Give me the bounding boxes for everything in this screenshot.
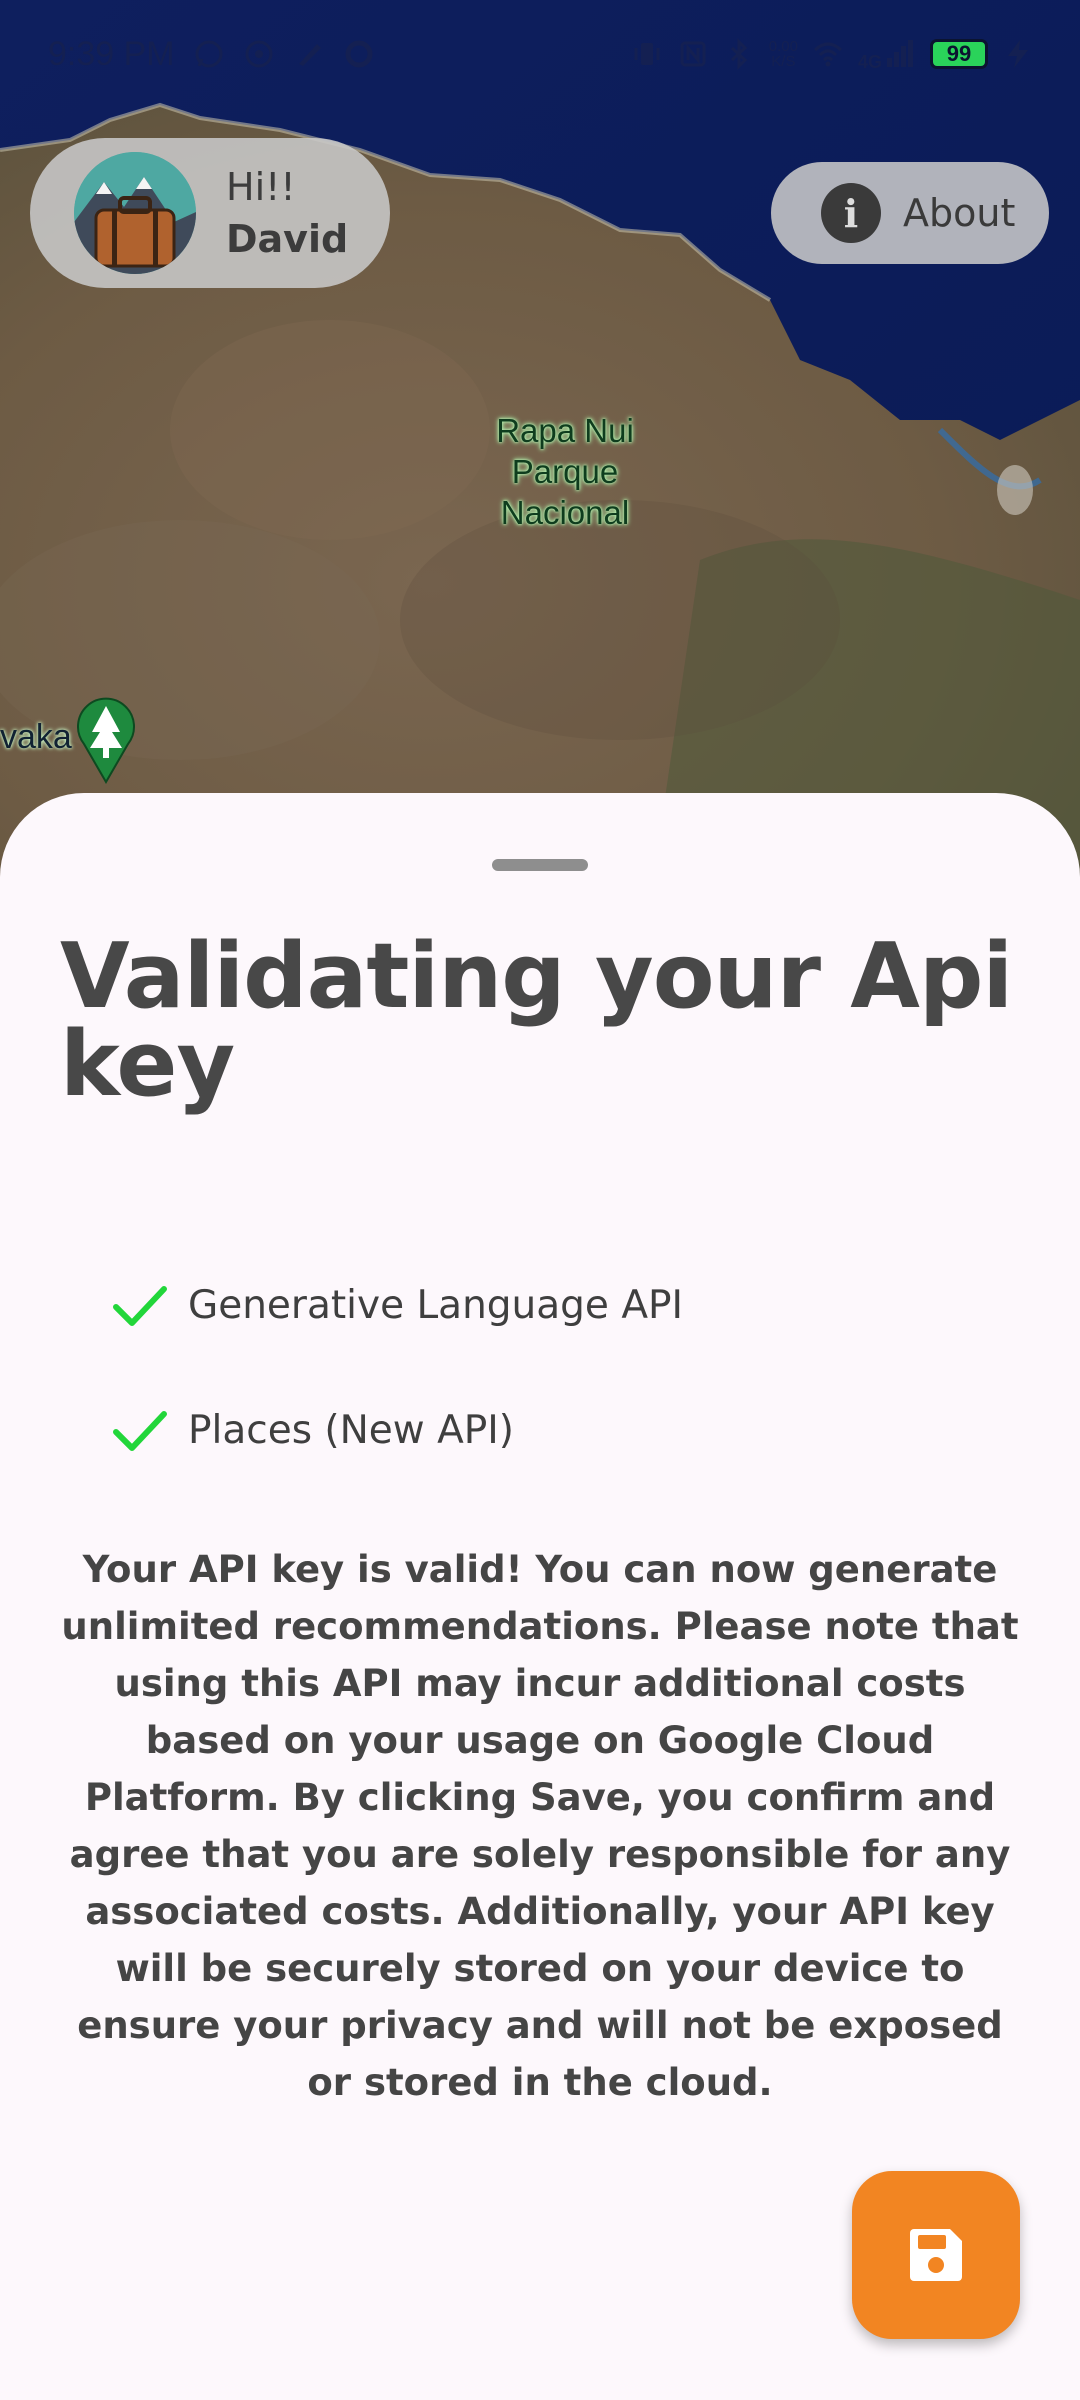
check-label: Places (New API) [188,1407,514,1453]
checkmark-icon [113,1286,167,1326]
charging-icon [1008,40,1028,68]
avatar [74,152,196,274]
check-item-generative-language: Generative Language API [112,1275,683,1335]
bottom-sheet: Validating your Api key Generative Langu… [0,793,1080,2400]
net-speed: 0.00 K/S [769,39,798,69]
nfc-icon [680,41,706,67]
pen-icon [298,44,321,66]
info-icon: i [821,183,881,243]
bluetooth-icon [730,38,747,70]
sheet-title: Validating your Api key [60,924,1013,1117]
save-button[interactable] [852,2171,1020,2339]
floppy-disk-icon [910,2229,962,2281]
checkmark-icon [113,1411,167,1451]
check-label: Generative Language API [188,1282,684,1328]
battery-indicator: 99 [930,39,988,69]
about-button[interactable]: i About [771,162,1049,264]
network-type: 4G [857,52,882,72]
sheet-body-text: Your API key is valid! You can now gener… [61,1548,1019,2104]
status-left: 9:39 PM [48,35,375,74]
greeting-user-name: David [226,217,349,261]
drag-handle[interactable] [492,859,588,871]
greeting-hello: Hi!! [226,165,296,209]
tree-pin-icon[interactable] [76,694,136,784]
greeting-chip[interactable]: Hi!! David [30,138,390,288]
greeting-text: Hi!! David [226,161,348,265]
circle-icon [345,40,373,68]
map-place-label[interactable]: vaka [0,718,72,757]
net-speed-value: 0.00 [768,38,798,55]
signal-icon [887,40,913,67]
status-bar: 9:39 PM 0.00 K/S 4G 99 [0,0,1080,108]
about-label: About [903,191,1016,235]
chat-bubble-icon [245,40,273,68]
map-park-label[interactable]: Rapa Nui Parque Nacional [470,410,660,533]
signal-group: 4G [857,38,916,72]
status-time: 9:39 PM [48,34,175,73]
status-right: 0.00 K/S 4G 99 [631,38,1034,72]
wifi-icon [813,42,843,67]
whatsapp-icon [195,40,223,68]
net-speed-unit: K/S [771,53,796,70]
suitcase-avatar-icon [74,152,196,274]
vibrate-icon [634,43,660,65]
check-item-places: Places (New API) [112,1400,514,1460]
